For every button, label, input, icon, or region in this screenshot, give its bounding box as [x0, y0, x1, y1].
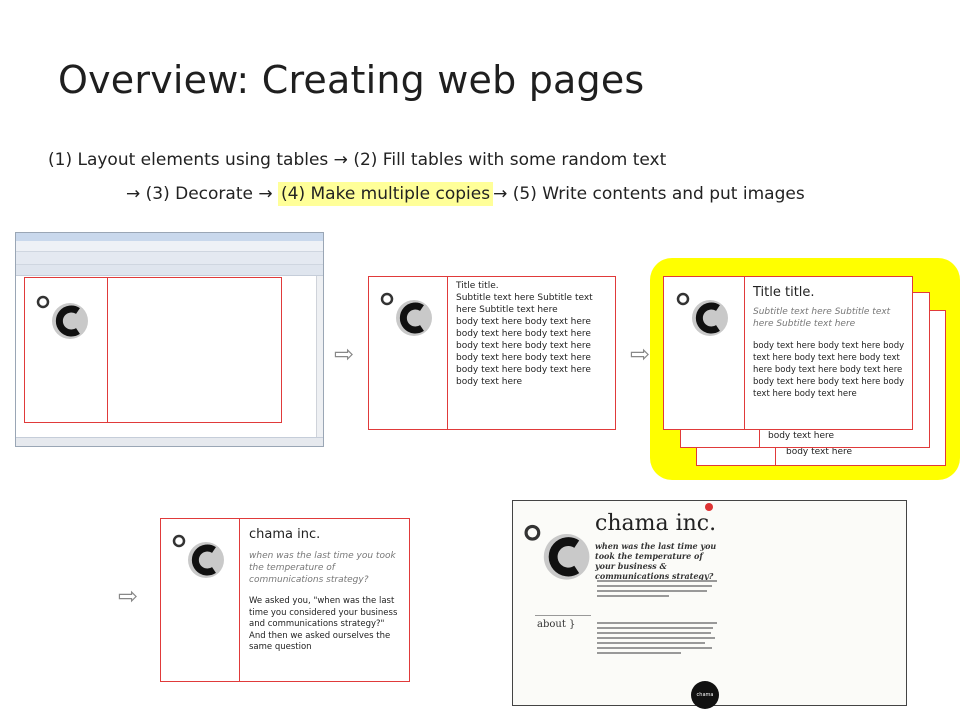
flow-line-2: → (3) Decorate → (4) Make multiple copie… [126, 182, 805, 206]
chama-logo-icon [676, 292, 728, 336]
page-title: Overview: Creating web pages [58, 58, 645, 102]
site-title: chama inc. [595, 511, 717, 536]
panel3-subtitle: Subtitle text here Subtitle text here Su… [753, 307, 891, 329]
table-divider [744, 277, 745, 429]
chama-logo-icon [380, 292, 432, 336]
site-body-paragraph [597, 619, 717, 681]
flow-step-4-highlight: (4) Make multiple copies [278, 182, 494, 206]
browser-scrollbar [316, 276, 323, 437]
browser-titlebar [16, 233, 323, 241]
panel3-title: Title title. [753, 285, 815, 300]
flow-step-5: → (5) Write contents and put images [493, 184, 805, 204]
chama-logo-icon [36, 295, 88, 339]
arrow-right-icon: ⇨ [118, 582, 139, 610]
chama-logo-icon [524, 524, 590, 580]
table-divider [107, 278, 108, 422]
flow-line-1: (1) Layout elements using tables → (2) F… [48, 150, 667, 170]
panel2-title: Title title. [456, 281, 499, 291]
panel4-subtitle: when was the last time you took the temp… [249, 551, 396, 585]
site-corner-icon [705, 503, 713, 511]
middle-copy-text: body text here [768, 431, 835, 441]
site-tagline: when was the last time you took the temp… [595, 541, 717, 581]
site-intro-paragraph [597, 577, 717, 611]
arrow-right-icon: ⇨ [334, 340, 355, 368]
panel2-body: body text here body text here body text … [456, 317, 591, 387]
panel2-subtitle: Subtitle text here Subtitle text here Su… [456, 293, 593, 315]
panel2-text: Title title. Subtitle text here Subtitle… [456, 280, 608, 388]
table-divider [447, 277, 448, 429]
site-nav-divider [535, 615, 591, 616]
chama-logo-icon [172, 534, 224, 578]
panel3-text: Title title. Subtitle text here Subtitle… [753, 284, 907, 400]
browser-screenshot [15, 232, 324, 447]
table-divider [239, 519, 240, 681]
flow-step-3: → (3) Decorate → [126, 184, 279, 204]
panel4-text: chama inc. when was the last time you to… [249, 526, 401, 654]
panel3-body: body text here body text here body text … [753, 341, 905, 399]
browser-statusbar [16, 437, 323, 446]
panel4-body: We asked you, "when was the last time yo… [249, 596, 398, 652]
browser-addressbar [16, 252, 323, 265]
browser-bookmarks-bar [16, 265, 323, 276]
site-nav-about[interactable]: about } [537, 619, 575, 630]
arrow-right-icon: ⇨ [630, 340, 651, 368]
website-screenshot: chama inc. when was the last time you to… [512, 500, 907, 709]
browser-menubar [16, 241, 323, 252]
site-badge: chama [691, 681, 719, 709]
panel4-title: chama inc. [249, 527, 321, 542]
